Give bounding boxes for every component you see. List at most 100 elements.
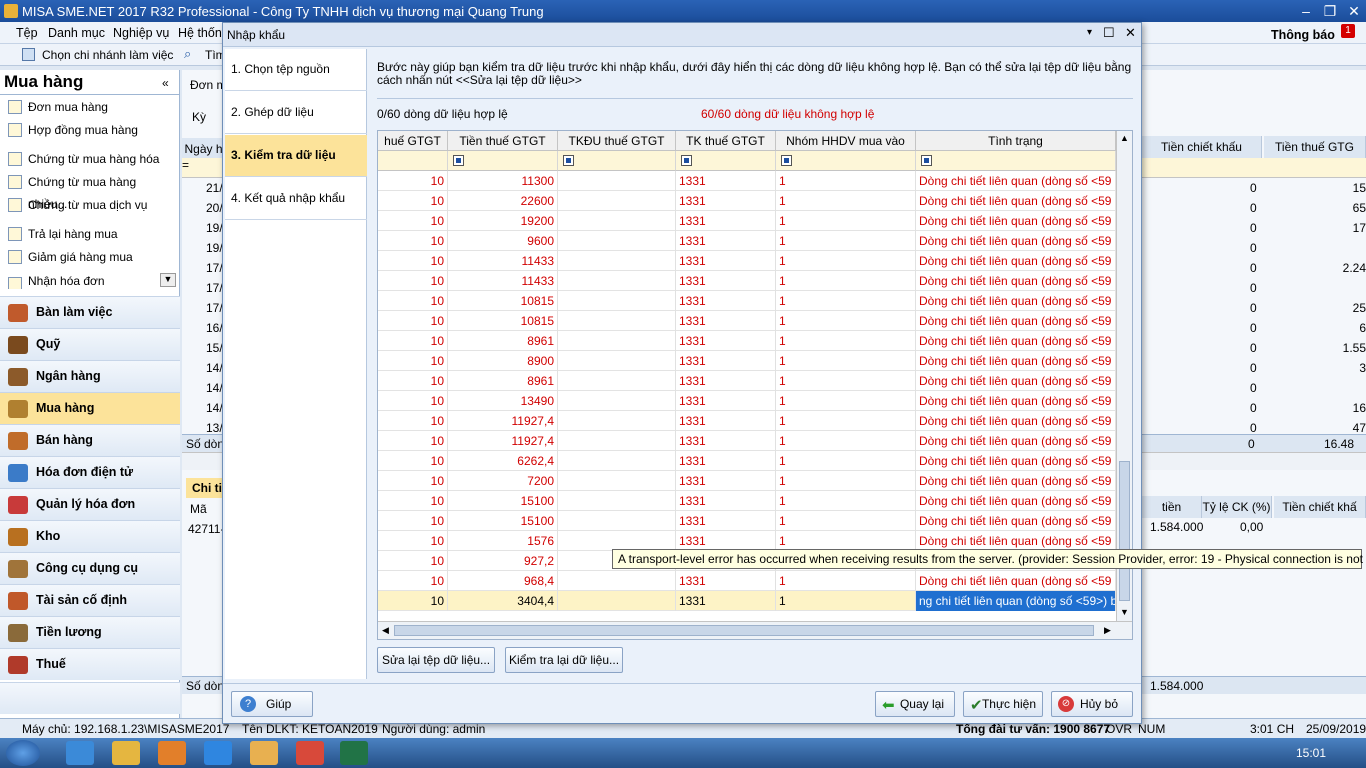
table-cell[interactable]: 10 [378,371,448,391]
table-cell[interactable]: 11927,4 [448,431,558,451]
table-cell[interactable]: 1 [776,511,916,531]
table-row[interactable]: 10 15100 1331 1 Dòng chi tiết liên quan (dòn… [378,491,1116,511]
table-cell[interactable]: 1 [776,491,916,511]
table-cell[interactable]: 1331 [676,231,776,251]
module-fixed-assets[interactable]: Tài sản cố định [0,584,180,616]
table-cell[interactable]: 11433 [448,271,558,291]
module-shortcut-bar[interactable] [0,682,180,714]
table-cell[interactable] [558,591,676,611]
detail-rate-header[interactable]: Tỷ lệ CK (%) [1202,496,1272,518]
table-cell[interactable]: 1331 [676,571,776,591]
table-cell[interactable]: 1331 [676,511,776,531]
table-cell[interactable]: 10 [378,311,448,331]
table-cell[interactable]: 10 [378,531,448,551]
table-cell[interactable]: 1 [776,531,916,551]
filter-icon[interactable] [921,155,932,166]
sidebar-item-goods-voucher[interactable]: Chứng từ mua hàng hóa [6,148,174,170]
filter-cell[interactable] [558,151,676,171]
table-cell[interactable]: 10 [378,491,448,511]
table-cell[interactable] [558,531,676,551]
table-row[interactable]: 10 19200 1331 1 Dòng chi tiết liên quan (dòn… [378,211,1116,231]
sidebar-item-purchase-order[interactable]: Đơn mua hàng [6,96,174,118]
table-cell[interactable]: 8900 [448,351,558,371]
table-cell[interactable]: 1331 [676,351,776,371]
table-cell[interactable]: 10 [378,231,448,251]
table-cell[interactable]: 10 [378,451,448,471]
search-icon[interactable]: ⌕ [184,46,191,62]
branch-selector[interactable]: Chọn chi nhánh làm việc [42,48,173,62]
module-payroll[interactable]: Tiền lương [0,616,180,648]
collapse-icon[interactable]: « [162,76,169,90]
table-cell[interactable]: 1331 [676,211,776,231]
table-row[interactable]: 10 1576 1331 1 Dòng chi tiết liên quan (dòng… [378,531,1116,551]
table-cell[interactable] [558,331,676,351]
sidebar-item-service-voucher[interactable]: Chứng từ mua dịch vụ [6,194,174,216]
module-tools[interactable]: Công cụ dụng cụ [0,552,180,584]
table-cell[interactable]: 1331 [676,431,776,451]
cancel-button[interactable]: ⊘ Hủy bỏ [1051,691,1133,717]
scroll-right-icon[interactable]: ▶ [1104,625,1111,636]
table-cell[interactable] [558,391,676,411]
table-cell[interactable]: 1 [776,171,916,191]
table-cell[interactable]: Dòng chi tiết liên quan (dòng số <59 [916,311,1116,331]
module-e-invoice[interactable]: Hóa đơn điện tử [0,456,180,488]
dialog-menu-icon[interactable]: ▾ [1087,27,1092,38]
table-cell[interactable] [558,571,676,591]
table-cell[interactable]: 1 [776,411,916,431]
menu-catalog[interactable]: Danh mục [48,26,105,40]
sidebar-item-purchase-contract[interactable]: Hợp đồng mua hàng [6,119,174,141]
table-cell[interactable]: 1331 [676,411,776,431]
menu-system[interactable]: Hệ thốn [178,26,222,40]
table-cell[interactable]: 10 [378,191,448,211]
table-cell[interactable] [558,451,676,471]
step-check-data[interactable]: 3. Kiểm tra dữ liệu [225,135,367,177]
misa-app-icon[interactable] [250,741,278,765]
table-cell[interactable]: 11927,4 [448,411,558,431]
dropdown-arrow-icon[interactable]: ▼ [160,273,176,287]
table-cell[interactable]: 10 [378,391,448,411]
table-cell[interactable]: 10 [378,331,448,351]
sidebar-item-purchase-discount[interactable]: Giảm giá hàng mua [6,246,174,268]
filter-icon[interactable] [781,155,792,166]
table-cell[interactable]: Dòng chi tiết liên quan (dòng số <59 [916,531,1116,551]
table-row[interactable]: 10 11433 1331 1 Dòng chi tiết liên quan (dòn… [378,251,1116,271]
table-cell[interactable]: 1 [776,451,916,471]
filter-cell[interactable] [916,151,1116,171]
table-cell[interactable]: 8961 [448,331,558,351]
vertical-scrollbar[interactable]: ▲ ▼ [1116,131,1132,621]
table-cell[interactable]: Dòng chi tiết liên quan (dòng số <59 [916,411,1116,431]
table-cell[interactable]: 1 [776,251,916,271]
table-cell[interactable]: 11433 [448,251,558,271]
scroll-up-icon[interactable]: ▲ [1120,133,1129,143]
step-import-result[interactable]: 4. Kết quả nhập khẩu [225,178,367,220]
table-row[interactable]: 10 6262,4 1331 1 Dòng chi tiết liên quan (dò… [378,451,1116,471]
table-cell[interactable]: 15100 [448,511,558,531]
table-cell[interactable]: Dòng chi tiết liên quan (dòng số <59 [916,271,1116,291]
table-cell[interactable]: 10 [378,431,448,451]
filter-cell[interactable] [776,151,916,171]
table-row[interactable]: 10 10815 1331 1 Dòng chi tiết liên quan (dòn… [378,291,1116,311]
table-cell[interactable]: 1331 [676,491,776,511]
table-cell[interactable]: 1 [776,351,916,371]
table-cell[interactable]: 10 [378,271,448,291]
col-vat-amount-header[interactable]: Tiền thuế GTGT [448,131,558,151]
edit-file-button[interactable]: Sửa lại tệp dữ liệu... [377,647,495,673]
table-cell[interactable]: 10 [378,591,448,611]
dialog-maximize-icon[interactable]: ☐ [1103,25,1115,41]
table-row[interactable]: 10 9600 1331 1 Dòng chi tiết liên quan (dòng… [378,231,1116,251]
table-cell[interactable] [558,511,676,531]
table-cell[interactable]: Dòng chi tiết liên quan (dòng số <59 [916,291,1116,311]
detail-amount-header[interactable]: tiền [1142,496,1202,518]
table-cell[interactable]: Dòng chi tiết liên quan (dòng số <59 [916,251,1116,271]
table-cell[interactable] [558,351,676,371]
table-cell[interactable]: 1 [776,591,916,611]
table-cell[interactable]: Dòng chi tiết liên quan (dòng số <59 [916,371,1116,391]
col-status-header[interactable]: Tình trạng [916,131,1116,151]
scroll-down-icon[interactable]: ▼ [1120,607,1129,617]
table-cell[interactable] [558,271,676,291]
table-cell[interactable] [558,211,676,231]
table-cell[interactable]: 10 [378,411,448,431]
table-cell[interactable]: Dòng chi tiết liên quan (dòng số <59 [916,511,1116,531]
col-vat-rate-header[interactable]: huế GTGT [378,131,448,151]
module-bank[interactable]: Ngân hàng [0,360,180,392]
